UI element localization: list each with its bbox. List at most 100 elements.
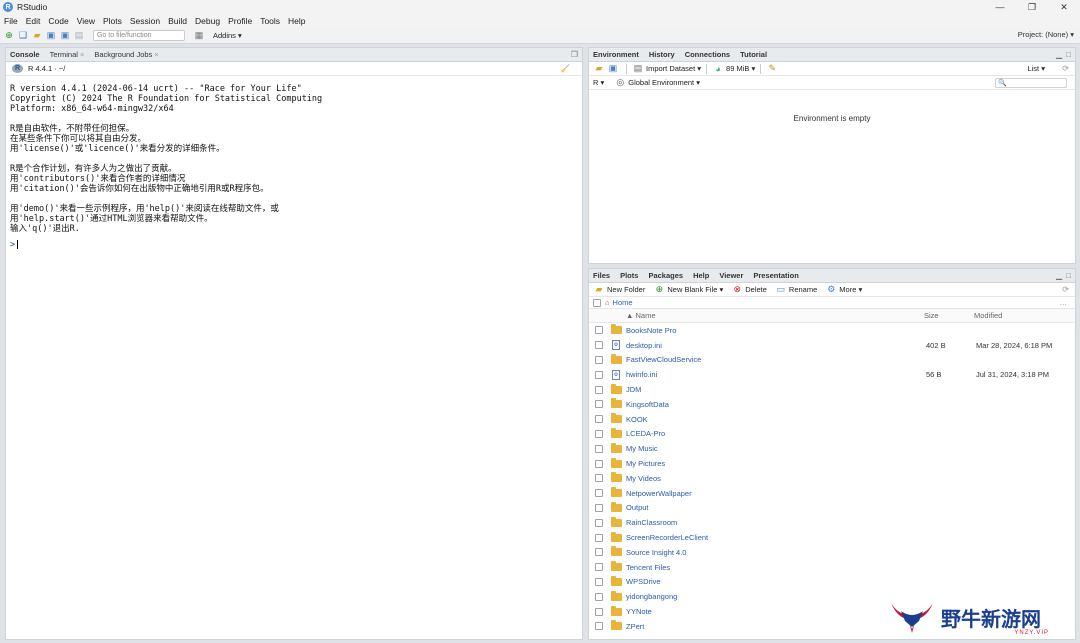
tab-viewer[interactable]: Viewer	[719, 271, 743, 280]
broom-icon[interactable]: ✎	[766, 63, 778, 75]
menu-plots[interactable]: Plots	[103, 16, 122, 26]
tab-tutorial[interactable]: Tutorial	[740, 50, 767, 59]
file-name-link[interactable]: FastViewCloudService	[626, 355, 701, 364]
menu-build[interactable]: Build	[168, 16, 187, 26]
project-menu[interactable]: Project: (None) ▾	[1018, 30, 1074, 39]
menu-session[interactable]: Session	[130, 16, 160, 26]
environment-scope-menu[interactable]: Global Environment ▾	[628, 78, 700, 87]
menu-tools[interactable]: Tools	[260, 16, 280, 26]
file-row[interactable]: ⚙ hwinfo.ini 56 B Jul 31, 2024, 3:18 PM	[589, 367, 1075, 382]
file-row[interactable]: RainClassroom	[589, 515, 1075, 530]
modified-column-header[interactable]: Modified	[974, 311, 1002, 320]
file-name-link[interactable]: hwinfo.ini	[626, 370, 657, 379]
clear-console-icon[interactable]: 🧹	[561, 64, 570, 73]
new-blank-file-button[interactable]: New Blank File ▾	[667, 285, 723, 294]
file-name-link[interactable]: ScreenRecorderLeClient	[626, 533, 708, 542]
file-name-link[interactable]: KingsoftData	[626, 400, 669, 409]
file-name-link[interactable]: BooksNote Pro	[626, 326, 676, 335]
tab-background-jobs[interactable]: Background Jobs ×	[94, 50, 158, 59]
file-row[interactable]: JDM	[589, 382, 1075, 397]
row-checkbox[interactable]	[595, 592, 603, 601]
tab-environment[interactable]: Environment	[593, 50, 639, 59]
file-name-link[interactable]: Source Insight 4.0	[626, 548, 686, 557]
new-project-icon[interactable]: ❏	[17, 30, 29, 42]
menu-view[interactable]: View	[77, 16, 95, 26]
maximize-pane-icon[interactable]: □	[1066, 271, 1071, 280]
file-row[interactable]: KingsoftData	[589, 397, 1075, 412]
console-prompt[interactable]: >	[10, 240, 582, 250]
load-workspace-icon[interactable]: ▰	[593, 63, 605, 75]
language-menu[interactable]: R ▾	[593, 78, 604, 87]
file-name-link[interactable]: YYNote	[626, 607, 652, 616]
file-row[interactable]: Output	[589, 501, 1075, 516]
file-row[interactable]: ⚙ desktop.ini 402 B Mar 28, 2024, 6:18 PM	[589, 338, 1075, 353]
save-workspace-icon[interactable]: ▣	[607, 63, 619, 75]
file-name-link[interactable]: My Videos	[626, 474, 661, 483]
row-checkbox[interactable]	[595, 370, 603, 379]
file-name-link[interactable]: JDM	[626, 385, 641, 394]
tab-files[interactable]: Files	[593, 271, 610, 280]
file-row[interactable]: Tencent Files	[589, 560, 1075, 575]
file-row[interactable]: BooksNote Pro	[589, 323, 1075, 338]
tab-help[interactable]: Help	[693, 271, 709, 280]
list-view-menu[interactable]: List ▾	[1027, 64, 1045, 73]
row-checkbox[interactable]	[595, 489, 603, 498]
minimize-pane-icon[interactable]: ▁	[1056, 50, 1062, 59]
refresh-icon[interactable]: ⟳	[1062, 285, 1069, 294]
file-name-link[interactable]: yidongbangong	[626, 592, 677, 601]
refresh-icon[interactable]: ⟳	[1062, 64, 1069, 73]
more-menu[interactable]: More ▾	[839, 285, 862, 294]
row-checkbox[interactable]	[595, 341, 603, 350]
maximize-pane-icon[interactable]: ❐	[571, 50, 578, 59]
row-checkbox[interactable]	[595, 622, 603, 631]
row-checkbox[interactable]	[595, 326, 603, 335]
row-checkbox[interactable]	[595, 444, 603, 453]
file-name-link[interactable]: My Pictures	[626, 459, 665, 468]
save-icon[interactable]: ▣	[45, 30, 57, 42]
row-checkbox[interactable]	[595, 503, 603, 512]
size-column-header[interactable]: Size	[924, 311, 939, 320]
new-file-icon[interactable]: ⊕	[3, 30, 15, 42]
delete-button[interactable]: Delete	[745, 285, 767, 294]
file-row[interactable]: FastViewCloudService	[589, 353, 1075, 368]
file-name-link[interactable]: KOOK	[626, 415, 648, 424]
tab-plots[interactable]: Plots	[620, 271, 638, 280]
home-link[interactable]: Home	[613, 298, 633, 307]
file-name-link[interactable]: RainClassroom	[626, 518, 677, 527]
menu-debug[interactable]: Debug	[195, 16, 220, 26]
print-icon[interactable]: ▤	[73, 30, 85, 42]
new-folder-button[interactable]: New Folder	[607, 285, 645, 294]
row-checkbox[interactable]	[595, 459, 603, 468]
menu-file[interactable]: File	[4, 16, 18, 26]
row-checkbox[interactable]	[595, 607, 603, 616]
file-row[interactable]: Source Insight 4.0	[589, 545, 1075, 560]
file-row[interactable]: KOOK	[589, 412, 1075, 427]
file-row[interactable]: My Pictures	[589, 456, 1075, 471]
row-checkbox[interactable]	[595, 548, 603, 557]
row-checkbox[interactable]	[595, 563, 603, 572]
minimize-button[interactable]: —	[984, 0, 1016, 14]
tab-connections[interactable]: Connections	[685, 50, 730, 59]
file-row[interactable]: LCEDA-Pro	[589, 427, 1075, 442]
menu-edit[interactable]: Edit	[26, 16, 41, 26]
row-checkbox[interactable]	[595, 533, 603, 542]
row-checkbox[interactable]	[595, 400, 603, 409]
row-checkbox[interactable]	[595, 518, 603, 527]
minimize-pane-icon[interactable]: ▁	[1056, 271, 1062, 280]
import-dataset-button[interactable]: Import Dataset ▾	[646, 64, 701, 73]
menu-profile[interactable]: Profile	[228, 16, 252, 26]
close-icon[interactable]: ×	[154, 50, 158, 59]
file-name-link[interactable]: My Music	[626, 444, 658, 453]
tab-history[interactable]: History	[649, 50, 675, 59]
grid-layout-icon[interactable]: ▦	[193, 30, 205, 42]
memory-usage-menu[interactable]: 89 MiB ▾	[726, 64, 755, 73]
maximize-pane-icon[interactable]: □	[1066, 50, 1071, 59]
tab-console[interactable]: Console	[10, 50, 40, 59]
menu-code[interactable]: Code	[48, 16, 68, 26]
row-checkbox[interactable]	[595, 577, 603, 586]
file-name-link[interactable]: ZPert	[626, 622, 644, 631]
file-name-link[interactable]: LCEDA-Pro	[626, 429, 665, 438]
addins-menu[interactable]: Addins ▾	[213, 31, 242, 40]
file-row[interactable]: ScreenRecorderLeClient	[589, 530, 1075, 545]
file-name-link[interactable]: Tencent Files	[626, 563, 670, 572]
